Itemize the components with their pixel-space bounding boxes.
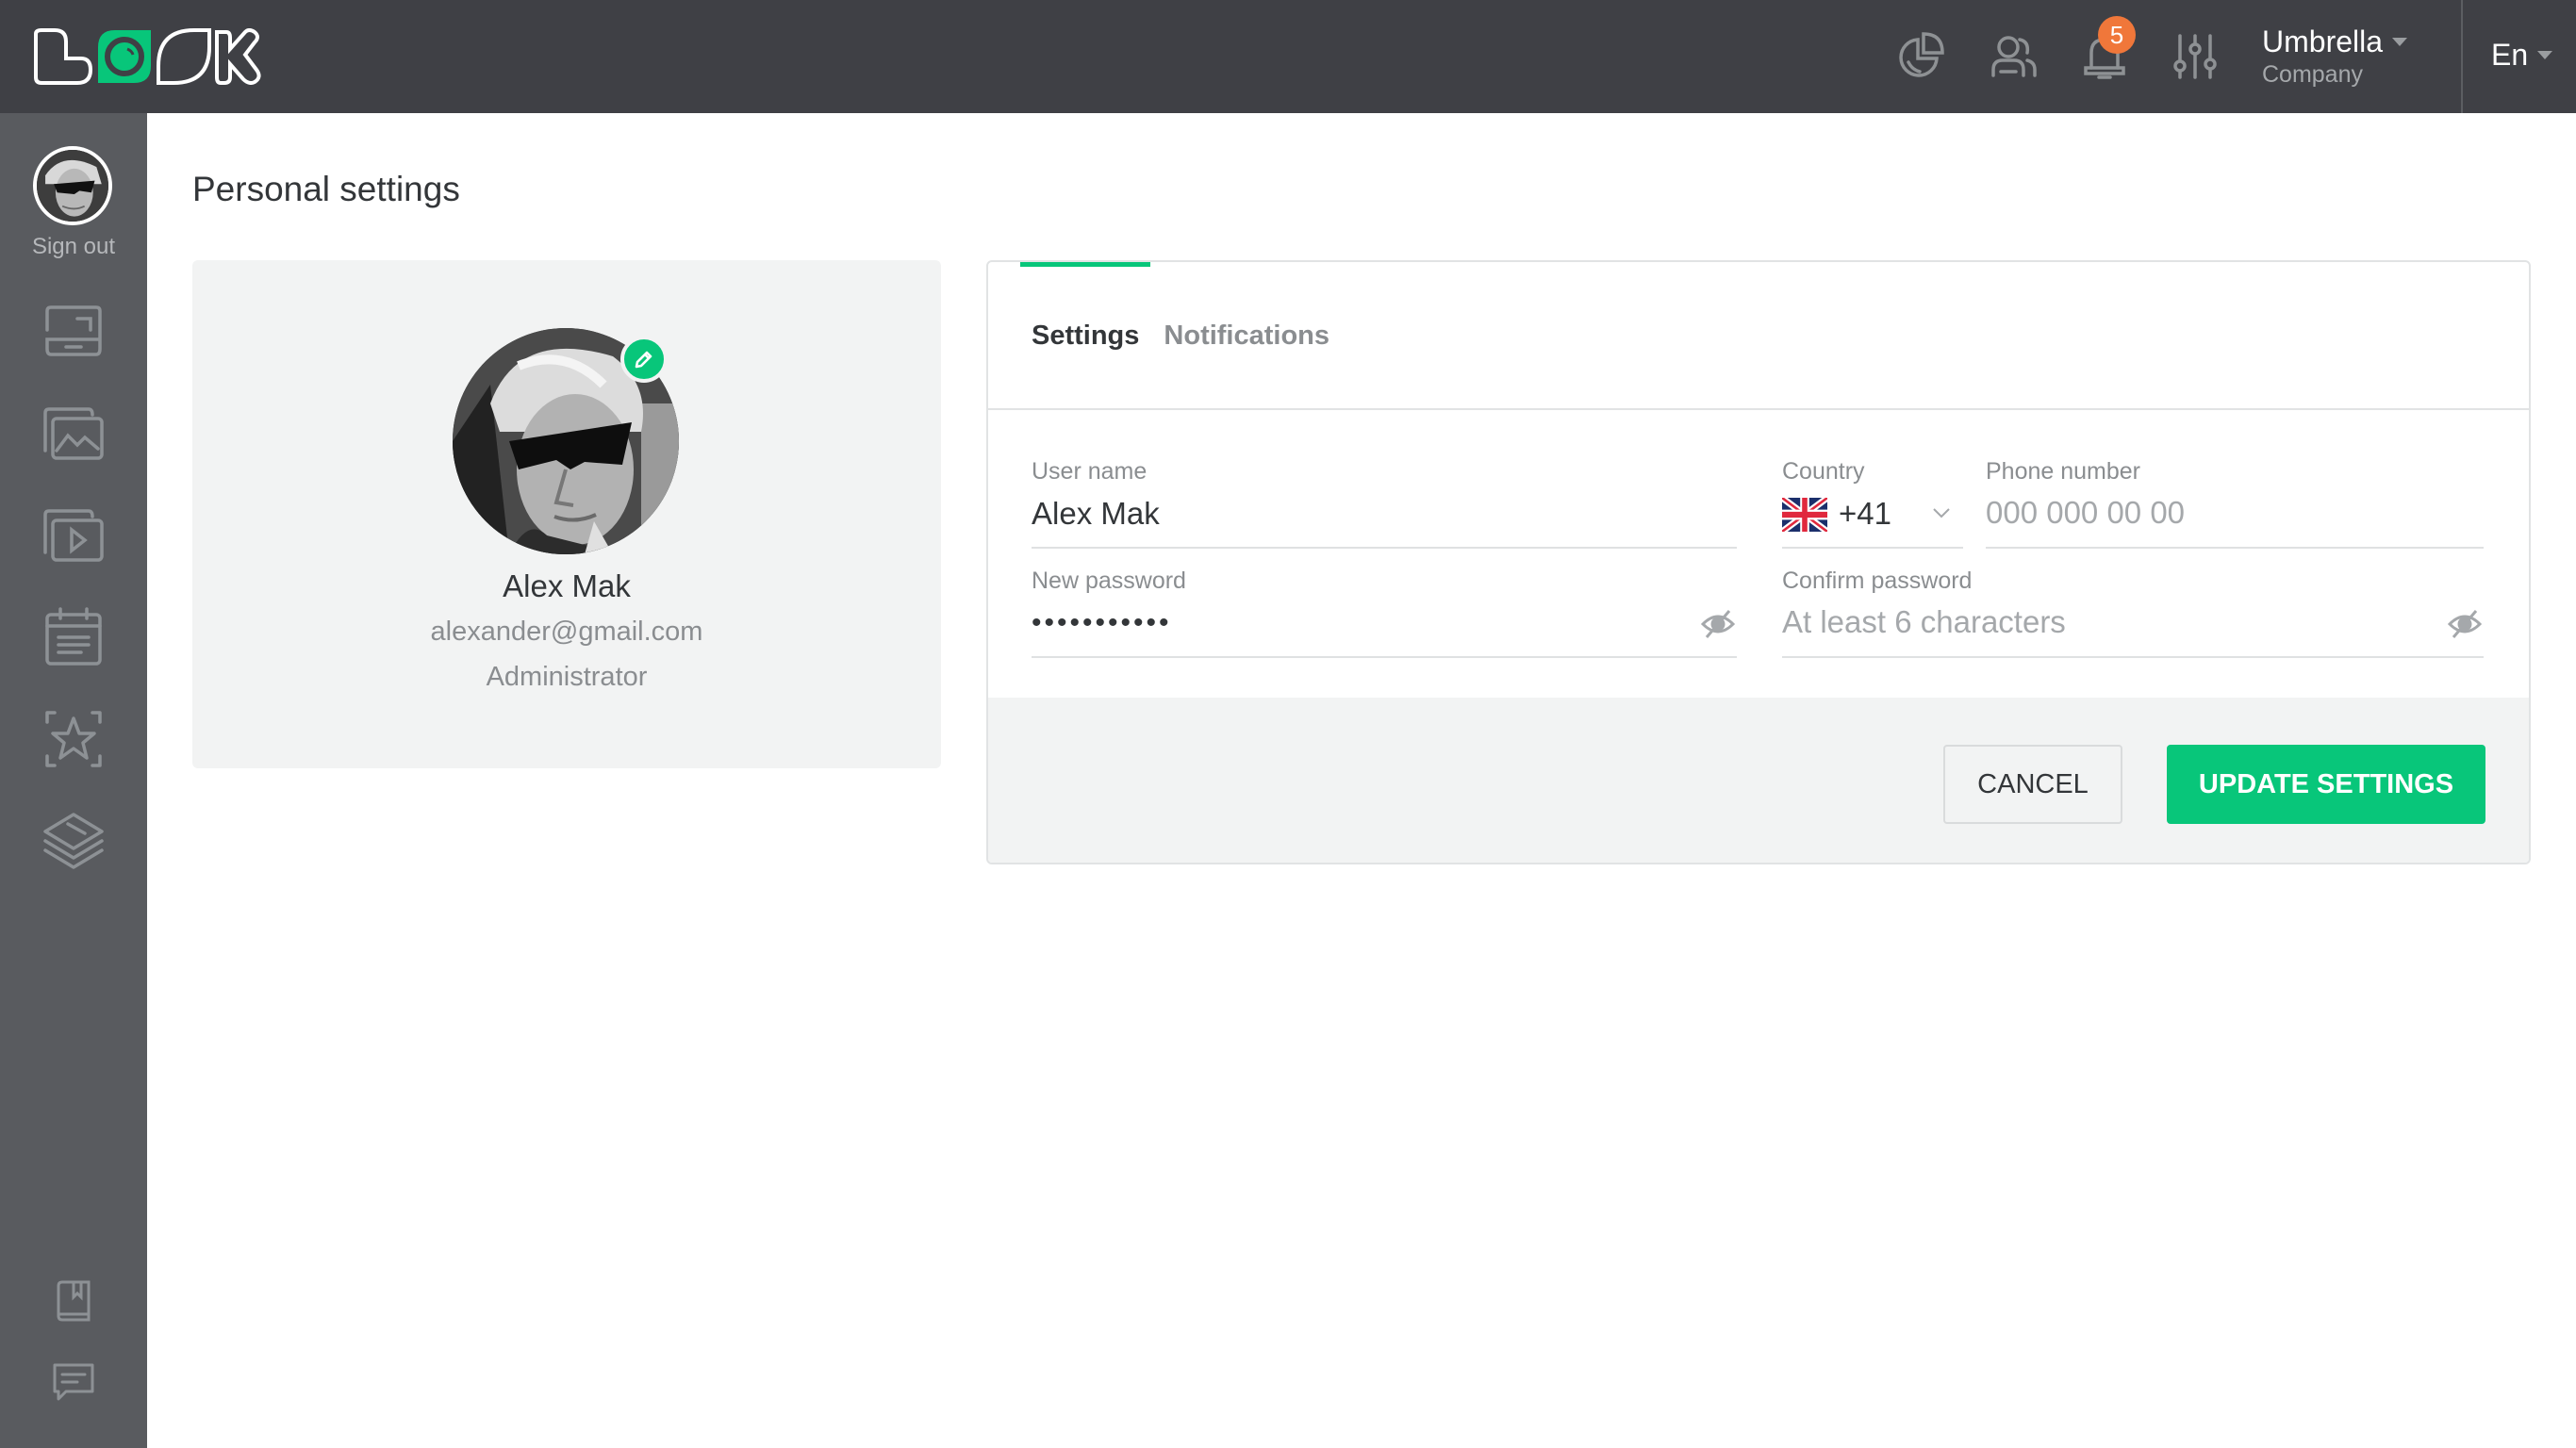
- calendar-icon[interactable]: [40, 607, 107, 667]
- profile-card: Alex Mak alexander@gmail.com Administrat…: [192, 260, 941, 768]
- analytics-pie-icon[interactable]: [1895, 30, 1948, 83]
- chat-icon[interactable]: [49, 1359, 98, 1408]
- user-name-value[interactable]: Alex Mak: [1032, 496, 1160, 532]
- eye-off-icon[interactable]: [1699, 605, 1737, 643]
- active-tab-indicator: [1020, 262, 1150, 267]
- field-underline: [1032, 656, 1737, 658]
- confirm-password-input[interactable]: [1782, 598, 2484, 647]
- user-name-field[interactable]: User name Alex Mak: [1032, 458, 1737, 549]
- settings-tabs: Settings Notifications: [1032, 321, 1329, 352]
- user-name-label: User name: [1032, 458, 1148, 485]
- phone-number-field[interactable]: Phone number: [1986, 458, 2484, 549]
- layers-icon[interactable]: [40, 811, 107, 871]
- tab-notifications[interactable]: Notifications: [1164, 321, 1329, 352]
- field-underline: [1782, 547, 1963, 549]
- notification-count-badge: 5: [2098, 16, 2136, 54]
- chevron-down-icon: [1933, 508, 1950, 518]
- cancel-button[interactable]: CANCEL: [1943, 745, 2122, 824]
- chevron-down-icon: [2537, 51, 2553, 59]
- favorites-star-icon[interactable]: [40, 709, 107, 769]
- look-logo[interactable]: [32, 28, 262, 85]
- country-select[interactable]: Country +41: [1782, 458, 1963, 549]
- top-header: 5 Umbrella Company En: [0, 0, 2576, 113]
- sliders-icon[interactable]: [2169, 30, 2221, 83]
- images-icon[interactable]: [40, 403, 107, 464]
- phone-number-input[interactable]: [1986, 488, 2484, 537]
- videos-icon[interactable]: [40, 505, 107, 566]
- sign-out-link[interactable]: Sign out: [0, 234, 147, 260]
- pencil-icon: [635, 351, 652, 369]
- eye-off-icon[interactable]: [2446, 605, 2484, 643]
- profile-role: Administrator: [486, 662, 648, 692]
- page-title: Personal settings: [192, 170, 460, 208]
- confirm-password-label: Confirm password: [1782, 568, 1973, 594]
- confirm-password-field[interactable]: Confirm password: [1782, 568, 2484, 658]
- header-divider: [2461, 0, 2463, 113]
- chevron-down-icon: [2392, 38, 2408, 46]
- country-code: +41: [1839, 496, 1891, 531]
- new-password-field[interactable]: New password •••••••••••: [1032, 568, 1737, 658]
- new-password-label: New password: [1032, 568, 1186, 594]
- screen-icon[interactable]: [40, 302, 107, 362]
- field-underline: [1986, 547, 2484, 549]
- company-name: Umbrella: [2262, 25, 2384, 58]
- field-underline: [1782, 656, 2484, 658]
- country-label: Country: [1782, 458, 1865, 485]
- profile-name: Alex Mak: [503, 568, 631, 603]
- company-label: Company: [2262, 61, 2363, 88]
- phone-number-label: Phone number: [1986, 458, 2141, 485]
- update-settings-button[interactable]: UPDATE SETTINGS: [2167, 745, 2485, 824]
- sidebar: Sign out: [0, 113, 147, 1448]
- book-icon[interactable]: [49, 1278, 98, 1327]
- field-underline: [1032, 547, 1737, 549]
- tab-divider: [988, 408, 2529, 410]
- company-selector[interactable]: Umbrella Company: [2262, 25, 2408, 89]
- settings-panel: Settings Notifications User name Alex Ma…: [986, 260, 2531, 864]
- language-selector[interactable]: En: [2491, 38, 2553, 73]
- tab-settings[interactable]: Settings: [1032, 321, 1139, 352]
- edit-avatar-button[interactable]: [620, 336, 668, 383]
- uk-flag-icon: [1782, 498, 1827, 532]
- new-password-value[interactable]: •••••••••••: [1032, 607, 1172, 639]
- language-label: En: [2491, 38, 2529, 72]
- profile-email: alexander@gmail.com: [430, 617, 703, 647]
- users-icon[interactable]: [1988, 30, 2040, 83]
- settings-footer: CANCEL UPDATE SETTINGS: [988, 698, 2529, 863]
- user-avatar[interactable]: [33, 146, 112, 225]
